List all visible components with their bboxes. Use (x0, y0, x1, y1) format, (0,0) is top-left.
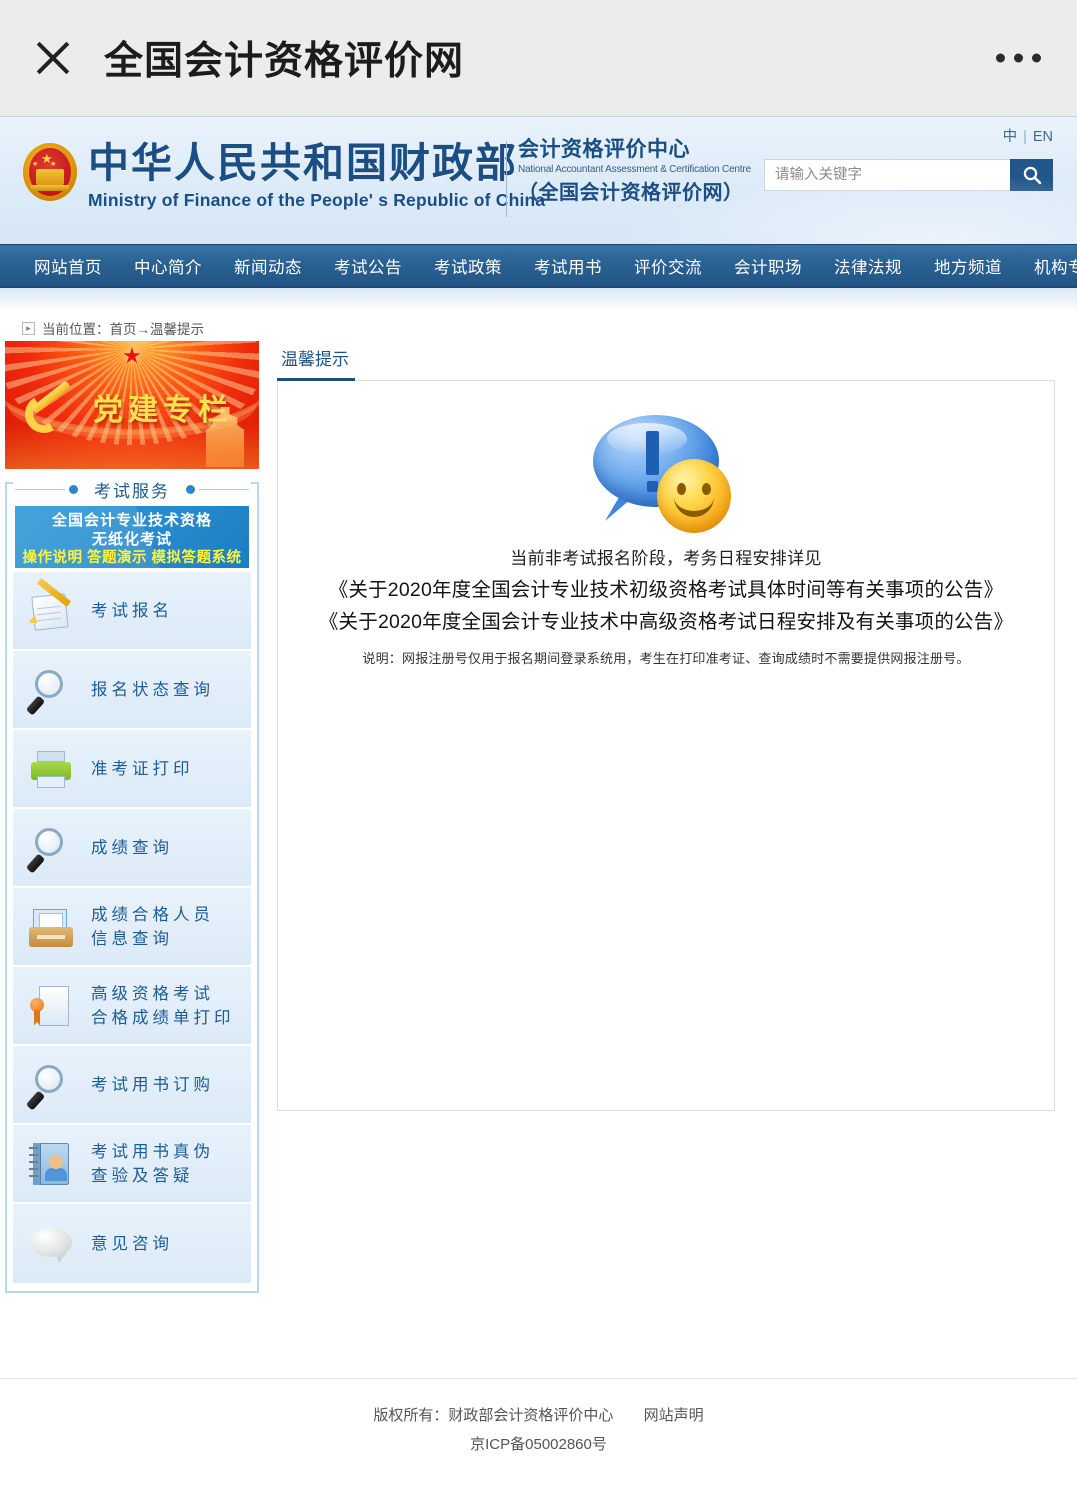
nav-item-9[interactable]: 地方频道 (934, 254, 1002, 278)
center-name-en: National Accountant Assessment & Certifi… (518, 164, 751, 175)
sidebar-item-label: 意见咨询 (91, 1234, 173, 1253)
inbox-tray-icon (25, 901, 77, 953)
magnifier-icon (25, 822, 77, 874)
browser-top-bar: 全国会计资格评价网 (0, 0, 1077, 116)
nav-item-7[interactable]: 会计职场 (734, 254, 802, 278)
sidebar-item-feedback[interactable]: 意见咨询 (13, 1204, 251, 1283)
notice-intro-text: 当前非考试报名阶段，考务日程安排详见 (510, 549, 822, 568)
paperless-line3: 操作说明 答题演示 模拟答题系统 (22, 550, 242, 566)
more-dots-icon[interactable] (996, 53, 1041, 63)
main-navigation[interactable]: 网站首页 中心简介 新闻动态 考试公告 考试政策 考试用书 评价交流 会计职场 … (0, 244, 1077, 288)
nav-item-0[interactable]: 网站首页 (34, 254, 102, 278)
exam-service-panel: 考试服务 全国会计专业技术资格 无纸化考试 操作说明 答题演示 模拟答题系统 考… (5, 472, 259, 1293)
notice-link-2[interactable]: 《关于2020年度全国会计专业技术中高级资格考试日程安排及有关事项的公告》 (278, 606, 1054, 638)
search-box[interactable] (764, 159, 1053, 191)
book-person-icon (25, 1138, 77, 1190)
nav-item-8[interactable]: 法律法规 (834, 254, 902, 278)
sidebar-item-label: 考试用书订购 (91, 1075, 214, 1094)
center-block: 会计资格评价中心 National Accountant Assessment … (518, 137, 751, 207)
nav-item-1[interactable]: 中心简介 (134, 254, 202, 278)
sidebar-item-label: 成绩查询 (91, 838, 173, 857)
nav-underband (0, 288, 1077, 308)
exam-service-header: 考试服务 (13, 472, 251, 506)
notice-link-1[interactable]: 《关于2020年度全国会计专业技术初级资格考试具体时间等有关事项的公告》 (278, 574, 1054, 606)
exam-service-list: 考试报名 报名状态查询 准考证打印 成绩查询 成绩合格人员 信息查询 高级资格考… (13, 572, 251, 1283)
national-emblem-icon: ★ ★ ★ (19, 135, 81, 211)
sidebar-item-label: 成绩合格人员 信息查询 (91, 905, 214, 948)
arrow-marker-icon: ▸ (22, 321, 35, 335)
tab-warm-tips[interactable]: 温馨提示 (277, 345, 355, 381)
brand-divider (506, 141, 507, 217)
main-content: 温馨提示 当前非考试报名阶段，考务日程安排详见 《关于2020年度全国会计专业技… (277, 341, 1055, 1111)
certificate-seal-icon (25, 980, 77, 1032)
ministry-name-en: Ministry of Finance of the People' s Rep… (88, 190, 546, 210)
search-input[interactable] (764, 159, 1010, 191)
sidebar-item-admission-ticket-print[interactable]: 准考证打印 (13, 730, 251, 809)
center-name-cn: 会计资格评价中心 (518, 138, 690, 161)
search-icon (1023, 166, 1041, 185)
breadcrumb: ▸ 当前位置：首页→温馨提示 (22, 318, 204, 338)
dot-right-icon (186, 484, 195, 494)
sidebar: ★ 党建专栏 考试服务 全国会计专业技术资格 无纸化考试 操作说明 答题演示 模… (5, 341, 259, 1293)
sidebar-item-textbook-authenticity[interactable]: 考试用书真伪 查验及答疑 (13, 1125, 251, 1204)
footer-statement-link[interactable]: 网站声明 (644, 1407, 704, 1424)
footer-icp: 京ICP备05002860号 (470, 1436, 607, 1453)
nav-item-5[interactable]: 考试用书 (534, 254, 602, 278)
footer-copyright: 版权所有：财政部会计资格评价中心 (373, 1407, 614, 1424)
speech-bubble-exclamation-smiley-icon (591, 415, 741, 533)
notepad-pencil-icon (25, 577, 77, 637)
breadcrumb-text: 当前位置：首页→温馨提示 (42, 322, 204, 337)
red-star-icon: ★ (122, 343, 142, 368)
exam-service-title: 考试服务 (78, 476, 186, 502)
sidebar-item-registration-status[interactable]: 报名状态查询 (13, 651, 251, 730)
magnifier-icon (25, 664, 77, 716)
magnifier-icon (25, 1059, 77, 1111)
lang-en-link[interactable]: EN (1033, 129, 1053, 145)
center-site-name: （全国会计资格评价网） (518, 182, 744, 204)
tab-bar[interactable]: 温馨提示 (277, 341, 1055, 381)
nav-item-4[interactable]: 考试政策 (434, 254, 502, 278)
lang-cn-link[interactable]: 中 (1003, 129, 1018, 145)
lang-separator: | (1023, 129, 1027, 145)
sidebar-item-label: 准考证打印 (91, 759, 194, 778)
speech-bubble-icon (25, 1218, 77, 1270)
banner-glow (5, 423, 259, 469)
nav-item-3[interactable]: 考试公告 (334, 254, 402, 278)
sidebar-item-textbook-order[interactable]: 考试用书订购 (13, 1046, 251, 1125)
paperless-line2: 无纸化考试 (91, 531, 172, 548)
sidebar-item-advanced-score-report-print[interactable]: 高级资格考试 合格成绩单打印 (13, 967, 251, 1046)
sidebar-item-label: 考试报名 (91, 601, 173, 620)
language-switcher[interactable]: 中 | EN (1003, 125, 1053, 146)
sidebar-item-label: 报名状态查询 (91, 680, 214, 699)
party-building-banner[interactable]: ★ 党建专栏 (5, 341, 259, 469)
notice-explanation-text: 说明：网报注册号仅用于报名期间登录系统用，考生在打印准考证、查询成绩时不需要提供… (362, 651, 970, 666)
browser-page-title: 全国会计资格评价网 (104, 40, 465, 83)
sidebar-item-score-query[interactable]: 成绩查询 (13, 809, 251, 888)
nav-item-2[interactable]: 新闻动态 (234, 254, 302, 278)
paperless-exam-banner[interactable]: 全国会计专业技术资格 无纸化考试 操作说明 答题演示 模拟答题系统 (15, 506, 249, 568)
search-button[interactable] (1010, 159, 1053, 191)
brand-block: 中华人民共和国财政部 Ministry of Finance of the Pe… (88, 139, 545, 211)
printer-icon (25, 743, 77, 795)
site-header: ★ ★ ★ 中华人民共和国财政部 Ministry of Finance of th… (0, 116, 1077, 244)
page-body: ▸ 当前位置：首页→温馨提示 ★ 党建专栏 考试服务 全国会计专业技术资格 无纸… (0, 308, 1077, 1378)
sidebar-item-label: 考试用书真伪 查验及答疑 (91, 1142, 214, 1185)
page-footer: 版权所有：财政部会计资格评价中心 网站声明 京ICP备05002860号 (0, 1378, 1077, 1459)
paperless-line1: 全国会计专业技术资格 (51, 512, 212, 529)
ministry-name-cn: 中华人民共和国财政部 (88, 139, 518, 187)
dot-left-icon (69, 484, 78, 494)
nav-item-10[interactable]: 机构专区 (1034, 254, 1077, 278)
footer-line-1: 版权所有：财政部会计资格评价中心 网站声明 (0, 1401, 1077, 1431)
notice-panel: 当前非考试报名阶段，考务日程安排详见 《关于2020年度全国会计专业技术初级资格… (277, 381, 1055, 1111)
close-icon[interactable] (30, 35, 76, 81)
sidebar-item-exam-registration[interactable]: 考试报名 (13, 572, 251, 651)
nav-item-6[interactable]: 评价交流 (634, 254, 702, 278)
sidebar-item-label: 高级资格考试 合格成绩单打印 (91, 984, 235, 1027)
sidebar-item-qualified-person-info[interactable]: 成绩合格人员 信息查询 (13, 888, 251, 967)
